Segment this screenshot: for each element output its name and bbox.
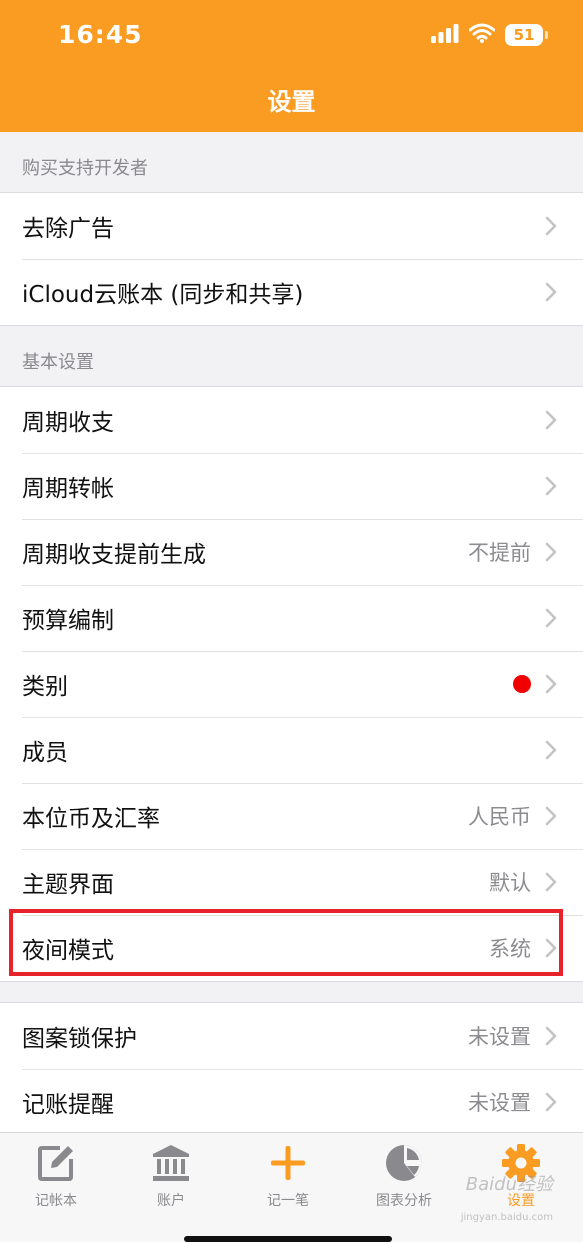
home-indicator xyxy=(184,1236,392,1242)
row-label: 图案锁保护 xyxy=(22,1026,137,1052)
row-label: 本位币及汇率 xyxy=(22,806,160,832)
row-icloud-sync[interactable]: iCloud云账本 (同步和共享) xyxy=(0,259,583,325)
row-label: 成员 xyxy=(22,740,68,766)
chevron-right-icon xyxy=(545,674,557,694)
watermark-logo: Baidu经验 xyxy=(465,1174,553,1195)
settings-list: 购买支持开发者 去除广告 iCloud云账本 (同步和共享) 基本设置 周期收支… xyxy=(0,132,583,1136)
plus-icon xyxy=(268,1143,308,1183)
settings-group-security: 图案锁保护 未设置 记账提醒 未设置 xyxy=(0,1002,583,1136)
signal-icon xyxy=(431,23,459,47)
row-theme[interactable]: 主题界面 默认 xyxy=(0,849,583,915)
chevron-right-icon xyxy=(545,806,557,826)
tab-ledger[interactable]: 记帐本 xyxy=(1,1143,111,1215)
tab-label: 记帐本 xyxy=(35,1193,77,1209)
row-night-mode[interactable]: 夜间模式 系统 xyxy=(0,915,583,981)
section-header-support: 购买支持开发者 xyxy=(22,158,148,179)
tab-label: 图表分析 xyxy=(376,1193,432,1209)
row-remove-ads[interactable]: 去除广告 xyxy=(0,193,583,259)
row-label: 周期转帐 xyxy=(22,476,114,502)
section-header-basic: 基本设置 xyxy=(22,352,94,373)
battery-indicator: 51 xyxy=(505,24,548,46)
chevron-right-icon xyxy=(545,542,557,562)
row-label: 主题界面 xyxy=(22,872,114,898)
bank-icon xyxy=(151,1143,191,1183)
watermark-url: jingyan.baidu.com xyxy=(460,1212,553,1223)
chevron-right-icon xyxy=(545,1092,557,1112)
row-label: 周期收支提前生成 xyxy=(22,542,206,568)
row-label: 夜间模式 xyxy=(22,938,114,964)
row-pattern-lock[interactable]: 图案锁保护 未设置 xyxy=(0,1003,583,1069)
row-members[interactable]: 成员 xyxy=(0,717,583,783)
row-categories[interactable]: 类别 xyxy=(0,651,583,717)
tab-label: 记一笔 xyxy=(267,1193,309,1209)
row-recurring-transfers[interactable]: 周期转帐 xyxy=(0,453,583,519)
settings-group-basic: 周期收支 周期转帐 周期收支提前生成 不提前 预算编制 类别 成员 本位币及汇率… xyxy=(0,386,583,982)
tab-add-entry[interactable]: 记一笔 xyxy=(233,1143,343,1215)
pie-chart-icon xyxy=(384,1143,424,1183)
chevron-right-icon xyxy=(545,216,557,236)
row-recurring-transactions[interactable]: 周期收支 xyxy=(0,387,583,453)
row-label: 周期收支 xyxy=(22,410,114,436)
row-label: 记账提醒 xyxy=(22,1092,114,1118)
chevron-right-icon xyxy=(545,282,557,302)
wifi-icon xyxy=(468,23,496,47)
row-value: 不提前 xyxy=(468,541,531,565)
chevron-right-icon xyxy=(545,740,557,760)
chevron-right-icon xyxy=(545,608,557,628)
row-value: 系统 xyxy=(489,937,531,961)
status-bar: 16:45 51 xyxy=(0,0,583,70)
status-icons: 51 xyxy=(431,22,548,48)
row-value: 人民币 xyxy=(468,805,531,829)
chevron-right-icon xyxy=(545,872,557,892)
tab-label: 账户 xyxy=(157,1193,185,1209)
edit-icon xyxy=(36,1143,76,1183)
notification-badge xyxy=(513,675,531,693)
chevron-right-icon xyxy=(545,410,557,430)
status-time: 16:45 xyxy=(58,20,143,49)
chevron-right-icon xyxy=(545,476,557,496)
row-budget[interactable]: 预算编制 xyxy=(0,585,583,651)
app-header: 16:45 51 设置 xyxy=(0,0,583,132)
row-label: 类别 xyxy=(22,674,68,700)
chevron-right-icon xyxy=(545,938,557,958)
row-value: 未设置 xyxy=(468,1091,531,1115)
row-label: iCloud云账本 (同步和共享) xyxy=(22,282,304,308)
settings-group-support: 去除广告 iCloud云账本 (同步和共享) xyxy=(0,192,583,326)
row-label: 去除广告 xyxy=(22,216,114,242)
tab-charts[interactable]: 图表分析 xyxy=(349,1143,459,1215)
row-currency[interactable]: 本位币及汇率 人民币 xyxy=(0,783,583,849)
chevron-right-icon xyxy=(545,1026,557,1046)
row-label: 预算编制 xyxy=(22,608,114,634)
tab-accounts[interactable]: 账户 xyxy=(116,1143,226,1215)
row-value: 未设置 xyxy=(468,1025,531,1049)
row-reminder[interactable]: 记账提醒 未设置 xyxy=(0,1069,583,1135)
row-value: 默认 xyxy=(489,871,531,895)
row-recurring-advance[interactable]: 周期收支提前生成 不提前 xyxy=(0,519,583,585)
page-title: 设置 xyxy=(267,88,316,116)
